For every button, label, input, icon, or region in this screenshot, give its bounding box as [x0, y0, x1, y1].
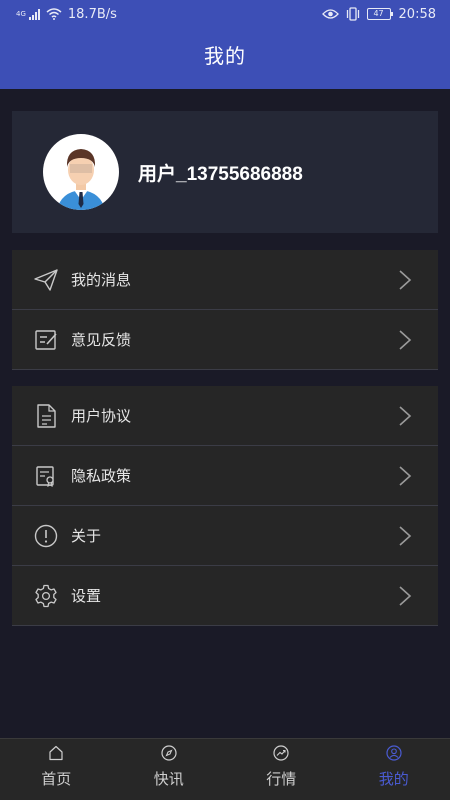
tab-home[interactable]: 首页: [0, 739, 113, 800]
menu-group-secondary: 用户协议 隐私政策 关于 设置: [12, 386, 438, 626]
bottom-tab-bar: 首页 快讯 行情 我的: [0, 738, 450, 800]
user-icon: [386, 745, 402, 761]
profile-card[interactable]: 用户_13755686888: [12, 111, 438, 233]
edit-feedback-icon: [33, 327, 59, 353]
menu-item-about[interactable]: 关于: [12, 506, 438, 566]
chevron-right-icon: [399, 330, 412, 350]
menu-label: 我的消息: [71, 271, 132, 289]
tab-market[interactable]: 行情: [225, 739, 338, 800]
menu-group-primary: 我的消息 意见反馈: [12, 250, 438, 370]
battery-icon: 47: [366, 8, 393, 20]
menu-item-privacy-policy[interactable]: 隐私政策: [12, 446, 438, 506]
menu-label: 设置: [71, 587, 102, 605]
page-title: 我的: [204, 44, 246, 68]
compass-icon: [161, 745, 177, 761]
trend-icon: [273, 745, 289, 761]
gear-icon: [33, 583, 59, 609]
certificate-icon: [33, 463, 59, 489]
paper-plane-icon: [33, 267, 59, 293]
username: 用户_13755686888: [138, 163, 303, 185]
eye-icon: [321, 9, 339, 19]
menu-label: 用户协议: [71, 407, 132, 425]
tab-label: 首页: [41, 770, 72, 788]
home-icon: [49, 745, 63, 761]
menu-item-settings[interactable]: 设置: [12, 566, 438, 626]
chevron-right-icon: [399, 466, 412, 486]
avatar[interactable]: [43, 134, 119, 210]
clock: 20:58: [398, 6, 436, 22]
menu-label: 隐私政策: [71, 467, 132, 485]
tab-label: 行情: [266, 770, 297, 788]
menu-item-feedback[interactable]: 意见反馈: [12, 310, 438, 370]
menu-label: 关于: [71, 527, 102, 545]
avatar-person-icon: [57, 149, 105, 210]
wifi-icon: [46, 8, 62, 20]
network-type: 4G: [16, 9, 26, 18]
info-circle-icon: [33, 523, 59, 549]
vibrate-icon: [346, 7, 359, 21]
document-icon: [33, 403, 59, 429]
network-speed: 18.7B/s: [67, 6, 117, 22]
menu-item-messages[interactable]: 我的消息: [12, 250, 438, 310]
chevron-right-icon: [399, 586, 412, 606]
chevron-right-icon: [399, 270, 412, 290]
tab-mine[interactable]: 我的: [338, 739, 450, 800]
status-bar: 4G 18.7B/s 47 20:58: [0, 0, 450, 28]
signal-icon: [28, 8, 40, 20]
app-header: 4G 18.7B/s 47 20:58 我的: [0, 0, 450, 89]
menu-label: 意见反馈: [71, 331, 132, 349]
tab-news[interactable]: 快讯: [113, 739, 226, 800]
chevron-right-icon: [399, 406, 412, 426]
tab-label: 我的: [378, 770, 409, 788]
tab-label: 快讯: [153, 770, 184, 788]
chevron-right-icon: [399, 526, 412, 546]
menu-item-user-agreement[interactable]: 用户协议: [12, 386, 438, 446]
